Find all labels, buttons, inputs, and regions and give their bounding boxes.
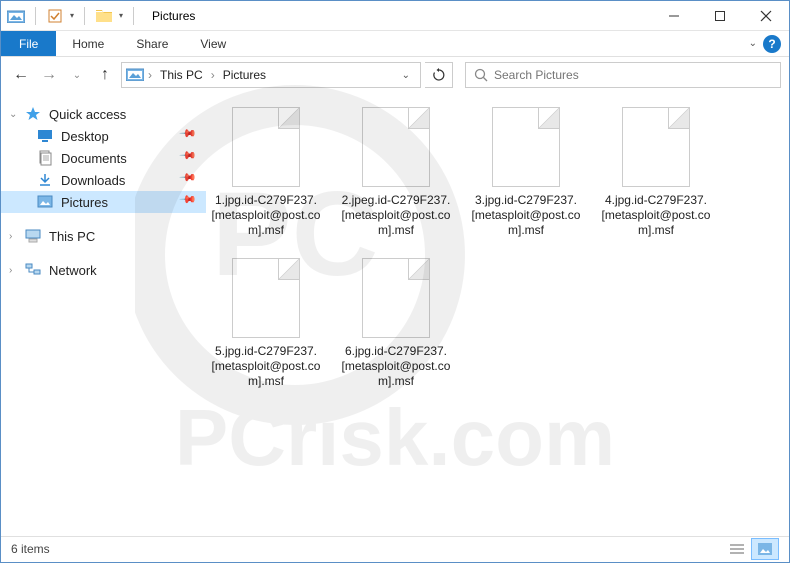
qat-customize-icon[interactable]: ▾ bbox=[119, 11, 123, 20]
file-item[interactable]: 3.jpg.id-C279F237.[metasploit@post.com].… bbox=[470, 107, 582, 238]
up-button[interactable]: ↑ bbox=[93, 63, 117, 87]
file-icon bbox=[362, 258, 430, 338]
pin-icon: 📌 bbox=[179, 146, 204, 171]
sidebar-item-label: Pictures bbox=[61, 195, 108, 210]
chevron-right-icon[interactable]: › bbox=[211, 68, 215, 82]
sidebar-item-label: Downloads bbox=[61, 173, 125, 188]
sidebar-network[interactable]: › Network bbox=[1, 259, 206, 281]
search-box[interactable] bbox=[465, 62, 781, 88]
pin-icon: 📌 bbox=[179, 168, 204, 193]
divider bbox=[35, 7, 36, 25]
file-tab[interactable]: File bbox=[1, 31, 56, 56]
file-name: 2.jpeg.id-C279F237.[metasploit@post.com]… bbox=[340, 193, 452, 238]
forward-button[interactable]: → bbox=[37, 63, 61, 87]
navigation-bar: ← → ⌄ ↑ › This PC › Pictures ⌄ bbox=[1, 57, 789, 93]
sidebar-item-pictures[interactable]: Pictures 📌 bbox=[1, 191, 206, 213]
folder-icon bbox=[95, 7, 113, 25]
pin-icon: 📌 bbox=[179, 124, 204, 149]
sidebar-item-desktop[interactable]: Desktop 📌 bbox=[1, 125, 206, 147]
address-dropdown-icon[interactable]: ⌄ bbox=[396, 70, 416, 81]
file-name: 1.jpg.id-C279F237.[metasploit@post.com].… bbox=[210, 193, 322, 238]
divider bbox=[84, 7, 85, 25]
file-name: 5.jpg.id-C279F237.[metasploit@post.com].… bbox=[210, 344, 322, 389]
file-view[interactable]: 1.jpg.id-C279F237.[metasploit@post.com].… bbox=[206, 93, 789, 536]
tab-home[interactable]: Home bbox=[56, 31, 120, 56]
status-bar: 6 items bbox=[1, 536, 789, 560]
pin-icon: 📌 bbox=[179, 190, 204, 215]
maximize-button[interactable] bbox=[697, 1, 743, 31]
sidebar-this-pc[interactable]: › This PC bbox=[1, 225, 206, 247]
pictures-icon bbox=[37, 194, 53, 210]
file-icon bbox=[362, 107, 430, 187]
pc-icon bbox=[25, 228, 41, 244]
minimize-button[interactable] bbox=[651, 1, 697, 31]
sidebar-item-label: Quick access bbox=[49, 107, 126, 122]
file-name: 4.jpg.id-C279F237.[metasploit@post.com].… bbox=[600, 193, 712, 238]
address-bar[interactable]: › This PC › Pictures ⌄ bbox=[121, 62, 421, 88]
file-item[interactable]: 2.jpeg.id-C279F237.[metasploit@post.com]… bbox=[340, 107, 452, 238]
sidebar-item-documents[interactable]: Documents 📌 bbox=[1, 147, 206, 169]
search-input[interactable] bbox=[494, 68, 772, 82]
item-count: 6 items bbox=[11, 542, 50, 556]
sidebar-quick-access[interactable]: ⌄ Quick access bbox=[1, 103, 206, 125]
navigation-pane: ⌄ Quick access Desktop 📌 Documents 📌 Dow… bbox=[1, 93, 206, 536]
chevron-right-icon[interactable]: › bbox=[9, 265, 12, 276]
file-name: 6.jpg.id-C279F237.[metasploit@post.com].… bbox=[340, 344, 452, 389]
file-icon bbox=[232, 258, 300, 338]
properties-button[interactable] bbox=[46, 7, 64, 25]
file-item[interactable]: 5.jpg.id-C279F237.[metasploit@post.com].… bbox=[210, 258, 322, 389]
app-icon bbox=[7, 7, 25, 25]
sidebar-item-label: Desktop bbox=[61, 129, 109, 144]
breadcrumb[interactable]: Pictures bbox=[219, 68, 270, 82]
sidebar-item-label: Documents bbox=[61, 151, 127, 166]
window-title: Pictures bbox=[152, 9, 195, 23]
ribbon-tabs: File Home Share View ⌄ ? bbox=[1, 31, 789, 57]
network-icon bbox=[25, 262, 41, 278]
file-icon bbox=[492, 107, 560, 187]
star-icon bbox=[25, 106, 41, 122]
file-item[interactable]: 6.jpg.id-C279F237.[metasploit@post.com].… bbox=[340, 258, 452, 389]
chevron-right-icon[interactable]: › bbox=[9, 231, 12, 242]
search-icon bbox=[474, 68, 488, 82]
sidebar-item-label: This PC bbox=[49, 229, 95, 244]
title-bar: ▾ ▾ Pictures bbox=[1, 1, 789, 31]
close-button[interactable] bbox=[743, 1, 789, 31]
details-view-button[interactable] bbox=[723, 538, 751, 560]
refresh-button[interactable] bbox=[425, 62, 453, 88]
help-icon[interactable]: ? bbox=[763, 35, 781, 53]
recent-locations-icon[interactable]: ⌄ bbox=[65, 63, 89, 87]
tab-share[interactable]: Share bbox=[120, 31, 184, 56]
divider bbox=[133, 7, 134, 25]
chevron-right-icon[interactable]: › bbox=[148, 68, 152, 82]
thumbnails-view-button[interactable] bbox=[751, 538, 779, 560]
file-name: 3.jpg.id-C279F237.[metasploit@post.com].… bbox=[470, 193, 582, 238]
sidebar-item-label: Network bbox=[49, 263, 97, 278]
quick-access-toolbar: ▾ ▾ Pictures bbox=[1, 7, 201, 25]
downloads-icon bbox=[37, 172, 53, 188]
desktop-icon bbox=[37, 128, 53, 144]
sidebar-item-downloads[interactable]: Downloads 📌 bbox=[1, 169, 206, 191]
qat-dropdown-icon[interactable]: ▾ bbox=[70, 11, 74, 20]
window-controls bbox=[651, 1, 789, 31]
file-item[interactable]: 1.jpg.id-C279F237.[metasploit@post.com].… bbox=[210, 107, 322, 238]
documents-icon bbox=[37, 150, 53, 166]
expand-ribbon-icon[interactable]: ⌄ bbox=[749, 38, 757, 49]
file-item[interactable]: 4.jpg.id-C279F237.[metasploit@post.com].… bbox=[600, 107, 712, 238]
tab-view[interactable]: View bbox=[184, 31, 242, 56]
file-icon bbox=[232, 107, 300, 187]
file-icon bbox=[622, 107, 690, 187]
back-button[interactable]: ← bbox=[9, 63, 33, 87]
breadcrumb[interactable]: This PC bbox=[156, 68, 207, 82]
location-icon bbox=[126, 67, 144, 83]
chevron-down-icon[interactable]: ⌄ bbox=[9, 109, 17, 120]
